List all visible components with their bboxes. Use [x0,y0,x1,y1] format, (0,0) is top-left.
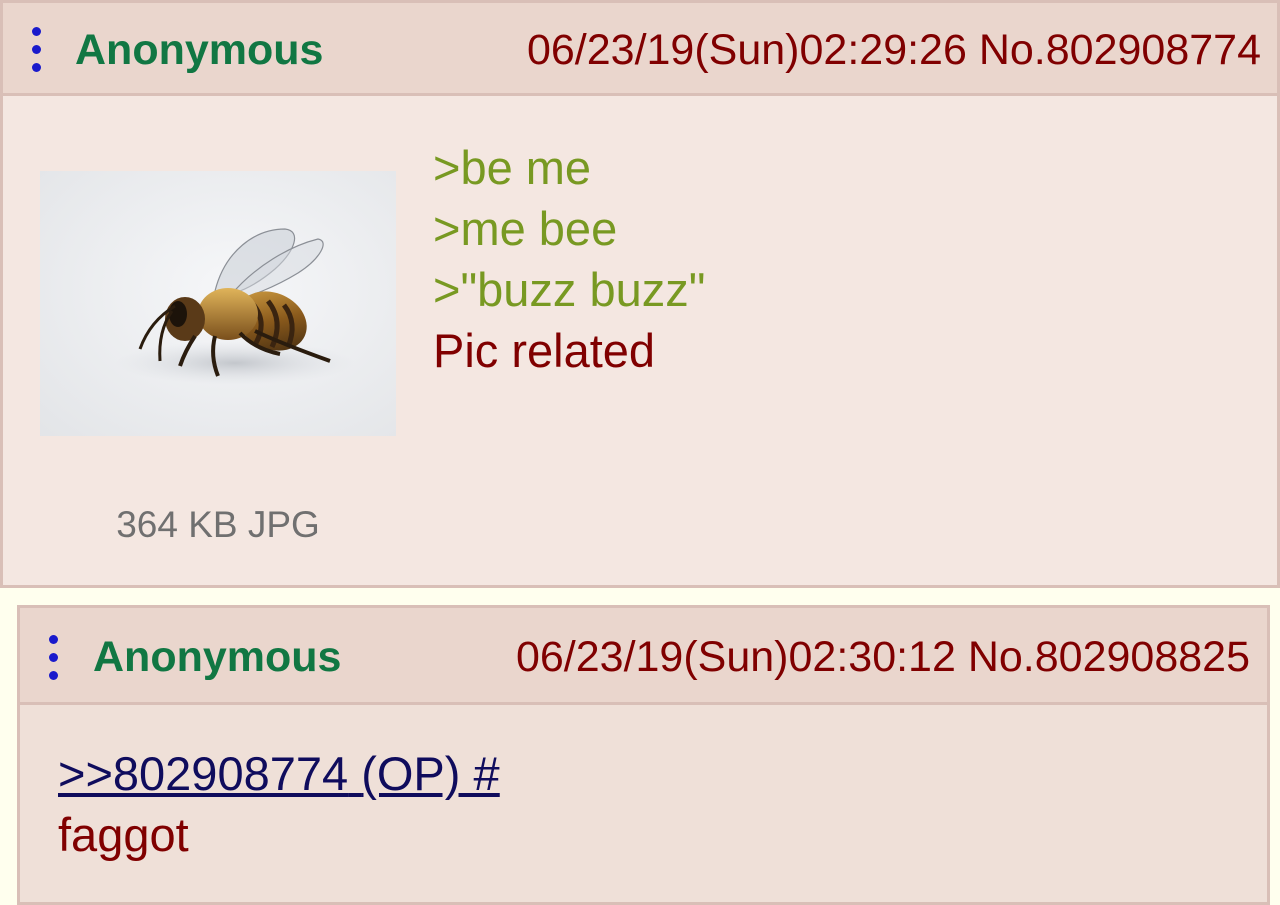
post-datetime: 06/23/19(Sun)02:30:12 No.802908825 [516,632,1250,682]
file-info: 364 KB JPG [116,504,320,545]
greentext-line: >"buzz buzz" [433,263,706,316]
post-number[interactable]: No.802908774 [979,26,1261,74]
post-menu-icon[interactable] [49,635,59,681]
quote-op-marker[interactable]: (OP) [361,747,460,800]
quote-link-target[interactable]: >>802908774 [58,747,348,800]
post-date: 06/23/19(Sun)02:30:12 [515,633,956,681]
poster-name: Anonymous [93,633,342,681]
poster-name: Anonymous [75,26,324,74]
quote-hash-link[interactable]: # [474,747,500,800]
message-line: Pic related [433,324,656,377]
thumbnail-image[interactable] [40,171,396,436]
greentext-line: >be me [433,141,592,194]
post-date: 06/23/19(Sun)02:29:26 [526,26,967,74]
post-message: >be me >me bee >"buzz buzz" Pic related [433,137,705,381]
message-line: faggot [58,808,189,861]
post-number[interactable]: No.802908825 [968,633,1250,681]
post-header: Anonymous 06/23/19(Sun)02:30:12 No.80290… [20,608,1267,705]
greentext-line: >me bee [433,202,618,255]
quote-link[interactable]: >>802908774 (OP) # [58,743,500,804]
reply-post: Anonymous 06/23/19(Sun)02:30:12 No.80290… [17,605,1270,905]
post-menu-icon[interactable] [32,27,42,73]
post-message: >>802908774 (OP) # faggot [58,743,500,865]
op-post: Anonymous 06/23/19(Sun)02:29:26 No.80290… [0,0,1280,588]
post-header: Anonymous 06/23/19(Sun)02:29:26 No.80290… [3,3,1277,96]
post-datetime: 06/23/19(Sun)02:29:26 No.802908774 [527,25,1261,75]
